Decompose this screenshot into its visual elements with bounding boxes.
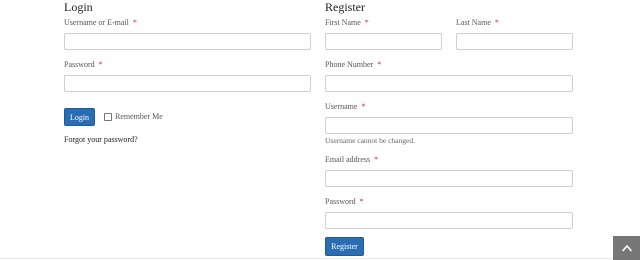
register-username-label: Username * [325,102,365,112]
first-name-input[interactable] [325,33,442,50]
phone-input[interactable] [325,75,573,92]
last-name-label: Last Name * [456,18,499,28]
scroll-to-top-button[interactable] [613,236,640,260]
first-name-label: First Name * [325,18,369,28]
login-username-label: Username or E-mail * [64,18,137,28]
email-label: Email address * [325,155,378,165]
login-heading: Login [64,0,93,14]
register-button[interactable]: Register [325,237,364,256]
register-password-input[interactable] [325,212,573,229]
required-marker: * [377,60,382,69]
register-heading: Register [325,0,365,14]
required-marker: * [361,102,366,111]
phone-label-text: Phone Number [325,60,374,69]
forgot-password-link[interactable]: Forgot your password? [64,135,138,144]
required-marker: * [494,18,499,27]
login-button[interactable]: Login [64,108,95,126]
username-help-text: Username cannot be changed. [325,136,415,145]
required-marker: * [132,18,137,27]
login-password-label-text: Password [64,60,95,69]
login-username-input[interactable] [64,33,311,50]
required-marker: * [359,197,364,206]
required-marker: * [374,155,379,164]
footer-divider [0,258,640,259]
email-label-text: Email address [325,155,371,164]
last-name-label-text: Last Name [456,18,491,27]
required-marker: * [98,60,103,69]
register-password-label-text: Password [325,197,356,206]
first-name-label-text: First Name [325,18,361,27]
remember-me-checkbox[interactable] [104,113,112,121]
email-input[interactable] [325,170,573,187]
phone-label: Phone Number * [325,60,381,70]
chevron-up-icon [621,245,632,252]
register-username-input[interactable] [325,117,573,134]
remember-me-label[interactable]: Remember Me [115,112,163,122]
last-name-input[interactable] [456,33,573,50]
login-password-input[interactable] [64,75,311,92]
login-username-label-text: Username or E-mail [64,18,129,27]
required-marker: * [364,18,369,27]
login-password-label: Password * [64,60,103,70]
register-password-label: Password * [325,197,364,207]
register-username-label-text: Username [325,102,358,111]
